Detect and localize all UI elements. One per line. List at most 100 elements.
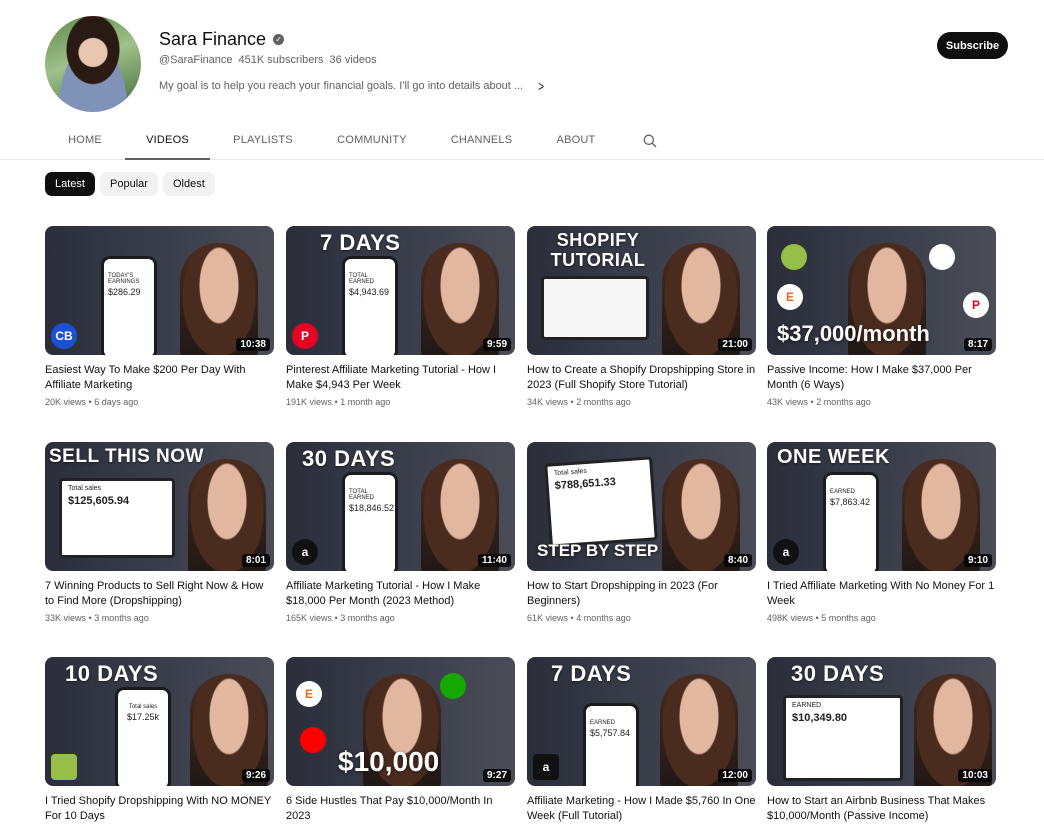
video-title[interactable]: Pinterest Affiliate Marketing Tutorial -…	[286, 363, 515, 393]
video-card[interactable]: SHOPIFY TUTORIAL 21:00 How to Create a S…	[527, 226, 756, 407]
video-duration: 21:00	[718, 338, 752, 351]
video-duration: 9:26	[241, 769, 270, 782]
thumb-value: $788,651.33	[554, 475, 617, 493]
thumb-headline: SELL THIS NOW	[49, 446, 204, 467]
video-views: 33K views	[45, 613, 87, 623]
chip-oldest[interactable]: Oldest	[163, 172, 215, 196]
tab-home[interactable]: HOME	[59, 121, 111, 160]
video-title[interactable]: How to Create a Shopify Dropshipping Sto…	[527, 363, 756, 393]
video-duration: 10:03	[958, 769, 992, 782]
video-thumbnail[interactable]: SELL THIS NOW Total sales $125,605.94 8:0…	[45, 442, 274, 571]
video-title[interactable]: 6 Side Hustles That Pay $10,000/Month In…	[286, 794, 515, 824]
video-card[interactable]: Total sales $788,651.33 STEP BY STEP 8:40…	[527, 442, 756, 623]
thumb-headline: 7 DAYS	[320, 230, 401, 255]
video-age: 5 months ago	[821, 613, 876, 623]
video-duration: 10:38	[236, 338, 270, 351]
video-thumbnail[interactable]: 7 DAYS EARNED $5,757.84 a 12:00	[527, 657, 756, 786]
phone-mockup: TODAY'S EARNINGS $286.29	[101, 256, 157, 355]
thumb-label: TODAY'S EARNINGS	[108, 273, 140, 285]
tab-channels[interactable]: CHANNELS	[443, 121, 520, 160]
video-thumbnail[interactable]: Total sales $788,651.33 STEP BY STEP 8:40	[527, 442, 756, 571]
video-title[interactable]: Easiest Way To Make $200 Per Day With Af…	[45, 363, 274, 393]
video-card[interactable]: TODAY'S EARNINGS $286.29 CB 10:38 Easiest…	[45, 226, 274, 407]
phone-mockup: EARNED $5,757.84	[583, 703, 639, 786]
video-card[interactable]: 30 DAYS EARNED $10,349.80 10:03 How to St…	[767, 657, 996, 824]
amazon-logo-icon: a	[773, 539, 799, 565]
video-card[interactable]: 7 DAYS EARNED $5,757.84 a 12:00 Affiliate…	[527, 657, 756, 824]
laptop-mockup: EARNED $10,349.80	[783, 695, 903, 781]
thumb-value: $17.25k	[126, 712, 160, 722]
video-age: 3 months ago	[340, 613, 395, 623]
channel-description-text: My goal is to help you reach your financ…	[159, 80, 524, 92]
video-thumbnail[interactable]: 10 DAYS Total sales $17.25k 9:26	[45, 657, 274, 786]
thumb-label: TOTAL EARNED	[349, 489, 375, 501]
video-card[interactable]: 10 DAYS Total sales $17.25k 9:26 I Tried …	[45, 657, 274, 824]
video-meta: 191K views • 1 month ago	[286, 397, 391, 407]
video-title[interactable]: I Tried Shopify Dropshipping With NO MON…	[45, 794, 274, 824]
video-card[interactable]: E $10,000 9:27 6 Side Hustles That Pay $…	[286, 657, 515, 824]
tab-playlists[interactable]: PLAYLISTS	[226, 121, 300, 160]
video-age: 4 months ago	[576, 613, 631, 623]
video-thumbnail[interactable]: SHOPIFY TUTORIAL 21:00	[527, 226, 756, 355]
video-card[interactable]: 7 DAYS TOTAL EARNED $4,943.69 P 9:59 Pint…	[286, 226, 515, 407]
video-card[interactable]: ONE WEEK EARNED $7,863.42 a 9:10 I Tried …	[767, 442, 996, 623]
video-card[interactable]: 30 DAYS TOTAL EARNED $18,846.52 a 11:40 A…	[286, 442, 515, 623]
chip-popular[interactable]: Popular	[100, 172, 158, 196]
thumb-label: TOTAL EARNED	[349, 273, 375, 285]
channel-name: Sara Finance	[159, 29, 267, 49]
video-card[interactable]: SELL THIS NOW Total sales $125,605.94 8:0…	[45, 442, 274, 623]
video-card[interactable]: E P $37,000/month 8:17 Passive Income: H…	[767, 226, 996, 407]
video-thumbnail[interactable]: 30 DAYS EARNED $10,349.80 10:03	[767, 657, 996, 786]
pinterest-logo-icon: P	[963, 292, 989, 318]
video-duration: 12:00	[718, 769, 752, 782]
tab-about[interactable]: ABOUT	[548, 121, 604, 160]
video-thumbnail[interactable]: E P $37,000/month 8:17	[767, 226, 996, 355]
shopify-logo-icon	[781, 244, 807, 270]
thumb-headline: $10,000	[338, 746, 440, 777]
video-views: 498K views	[767, 613, 814, 623]
thumb-label: Total sales	[128, 704, 158, 710]
subscriber-count: 451K subscribers	[238, 54, 324, 66]
video-thumbnail[interactable]: 7 DAYS TOTAL EARNED $4,943.69 P 9:59	[286, 226, 515, 355]
chip-latest[interactable]: Latest	[45, 172, 95, 196]
thumb-headline: STEP BY STEP	[537, 541, 659, 560]
chevron-right-icon[interactable]: >	[538, 78, 544, 94]
tab-community[interactable]: COMMUNITY	[329, 121, 415, 160]
video-views: 61K views	[527, 613, 569, 623]
thumb-value: $7,863.42	[830, 497, 871, 507]
channel-description[interactable]: My goal is to help you reach your financ…	[159, 78, 545, 94]
phone-mockup: TOTAL EARNED $4,943.69	[342, 256, 398, 355]
thumb-label: EARNED	[590, 720, 616, 726]
channel-handle: @SaraFinance	[159, 54, 233, 66]
video-thumbnail[interactable]: 30 DAYS TOTAL EARNED $18,846.52 a 11:40	[286, 442, 515, 571]
video-thumbnail[interactable]: ONE WEEK EARNED $7,863.42 a 9:10	[767, 442, 996, 571]
channel-meta: @SaraFinance 451K subscribers 36 videos	[159, 54, 377, 66]
etsy-logo-icon: E	[296, 681, 322, 707]
video-meta: 34K views • 2 months ago	[527, 397, 631, 407]
video-meta: 165K views • 3 months ago	[286, 613, 395, 623]
video-meta: 61K views • 4 months ago	[527, 613, 631, 623]
channel-avatar	[45, 16, 141, 112]
video-title[interactable]: How to Start an Airbnb Business That Mak…	[767, 794, 996, 824]
thumb-headline: 30 DAYS	[791, 661, 885, 686]
video-title[interactable]: How to Start Dropshipping in 2023 (For B…	[527, 579, 756, 609]
upwork-logo-icon	[440, 673, 466, 699]
subscribe-button[interactable]: Subscribe	[937, 32, 1008, 59]
video-duration: 8:17	[963, 338, 992, 351]
thumb-value: $286.29	[108, 287, 141, 297]
video-title[interactable]: Passive Income: How I Make $37,000 Per M…	[767, 363, 996, 393]
tab-videos[interactable]: VIDEOS	[125, 121, 210, 160]
video-thumbnail[interactable]: E $10,000 9:27	[286, 657, 515, 786]
video-title[interactable]: Affiliate Marketing Tutorial - How I Mak…	[286, 579, 515, 609]
video-meta: 498K views • 5 months ago	[767, 613, 876, 623]
video-duration: 8:01	[241, 554, 270, 567]
video-title[interactable]: I Tried Affiliate Marketing With No Mone…	[767, 579, 996, 609]
video-meta: 43K views • 2 months ago	[767, 397, 871, 407]
video-views: 165K views	[286, 613, 333, 623]
thumb-value: $18,846.52	[349, 503, 395, 513]
search-icon[interactable]	[643, 134, 657, 148]
video-thumbnail[interactable]: TODAY'S EARNINGS $286.29 CB 10:38	[45, 226, 274, 355]
video-title[interactable]: 7 Winning Products to Sell Right Now & H…	[45, 579, 274, 609]
video-title[interactable]: Affiliate Marketing - How I Made $5,760 …	[527, 794, 756, 824]
video-views: 34K views	[527, 397, 569, 407]
